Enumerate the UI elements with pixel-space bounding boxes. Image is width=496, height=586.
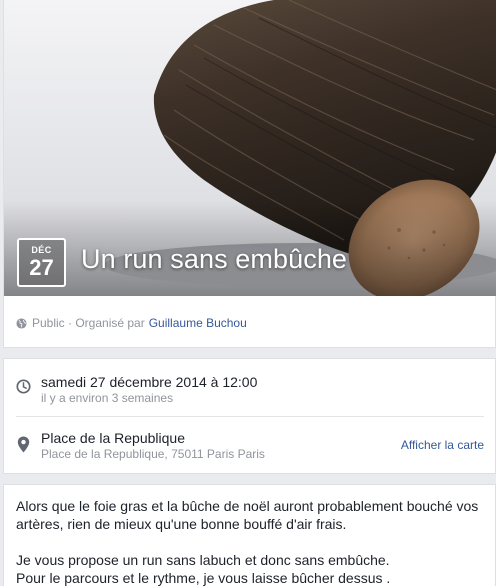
location-row: Place de la Republique Place de la Repub… bbox=[16, 416, 484, 475]
date-month: DÉC bbox=[31, 245, 52, 255]
date-badge: DÉC 27 bbox=[17, 238, 66, 287]
event-datetime: samedi 27 décembre 2014 à 12:00 bbox=[41, 374, 258, 390]
event-details-card: samedi 27 décembre 2014 à 12:00 il y a e… bbox=[3, 358, 496, 474]
map-pin-icon bbox=[17, 436, 30, 453]
description-line: Je vous propose un run sans labuch et do… bbox=[16, 552, 390, 568]
description-line: artères, rien de mieux qu'une bonne bouf… bbox=[16, 516, 347, 532]
organizer-link[interactable]: Guillaume Buchou bbox=[149, 316, 247, 330]
description-line: Alors que le foie gras et la bûche de no… bbox=[16, 498, 479, 514]
event-title: Un run sans embûche bbox=[81, 244, 348, 274]
place-name[interactable]: Place de la Republique bbox=[41, 430, 185, 446]
globe-icon bbox=[16, 317, 27, 329]
event-header-card: DÉC 27 Un run sans embûche Public · Orga… bbox=[3, 0, 496, 348]
clock-icon bbox=[16, 379, 31, 394]
privacy-label: Public · Organisé par bbox=[32, 316, 145, 330]
event-description-card: Alors que le foie gras et la bûche de no… bbox=[3, 484, 496, 586]
privacy-row: Public · Organisé par Guillaume Buchou bbox=[16, 316, 247, 330]
event-relative-time: il y a environ 3 semaines bbox=[41, 391, 174, 405]
description-line: Pour le parcours et le rythme, je vous l… bbox=[16, 570, 391, 586]
show-map-link[interactable]: Afficher la carte bbox=[401, 438, 484, 452]
date-day: 27 bbox=[29, 255, 54, 280]
time-row: samedi 27 décembre 2014 à 12:00 il y a e… bbox=[4, 359, 495, 416]
place-address: Place de la Republique, 75011 Paris Pari… bbox=[41, 447, 265, 461]
cover-photo[interactable]: DÉC 27 Un run sans embûche bbox=[4, 0, 496, 296]
